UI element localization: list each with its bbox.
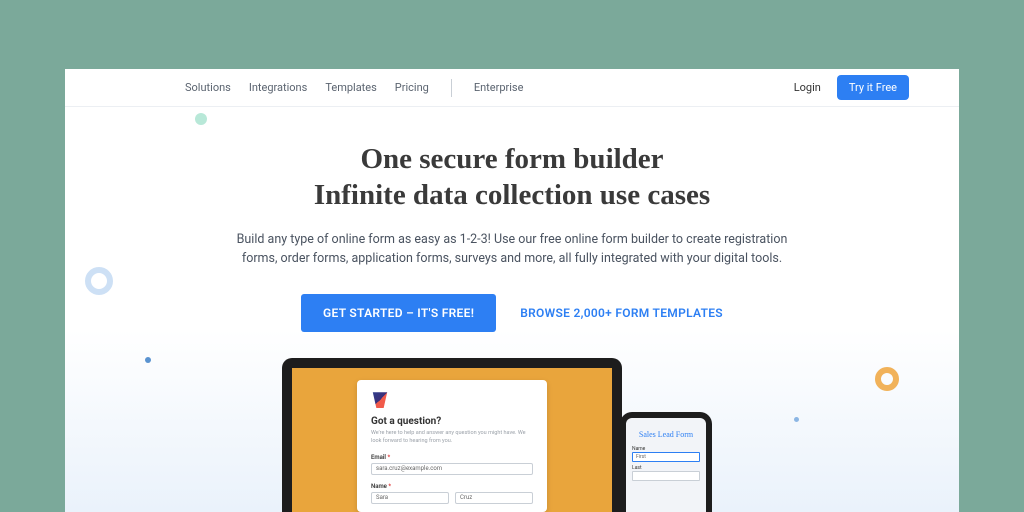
phone-first-input[interactable]: First xyxy=(632,452,700,462)
email-input[interactable]: sara.cruz@example.com xyxy=(371,463,533,475)
decor-orange-ring xyxy=(875,367,899,391)
contact-form-card: Got a question? We're here to help and a… xyxy=(357,380,547,511)
phone-screen: Sales Lead Form Name First Last xyxy=(626,418,706,512)
name-label-text: Name xyxy=(371,483,387,490)
get-started-button[interactable]: GET STARTED – IT'S FREE! xyxy=(301,294,496,332)
nav-enterprise[interactable]: Enterprise xyxy=(474,81,524,94)
headline-line-2: Infinite data collection use cases xyxy=(314,179,710,211)
name-row: Sara Cruz xyxy=(371,490,533,504)
laptop-screen: Got a question? We're here to help and a… xyxy=(292,368,612,512)
last-name-input[interactable]: Cruz xyxy=(455,492,533,504)
decor-blue-ring xyxy=(85,267,113,295)
form-description: We're here to help and answer any questi… xyxy=(371,430,533,445)
nav-left: Solutions Integrations Templates Pricing… xyxy=(185,79,523,97)
headline-line-1: One secure form builder xyxy=(360,143,663,175)
email-label-text: Email xyxy=(371,454,386,461)
login-link[interactable]: Login xyxy=(794,81,821,94)
hero-headline: One secure form builder Infinite data co… xyxy=(65,141,959,214)
hero-section: One secure form builder Infinite data co… xyxy=(65,107,959,512)
decor-blue-dot-2 xyxy=(794,417,799,422)
nav-divider xyxy=(451,79,452,97)
try-free-button[interactable]: Try it Free xyxy=(837,75,909,100)
page-card: Solutions Integrations Templates Pricing… xyxy=(65,69,959,512)
nav-templates[interactable]: Templates xyxy=(325,81,376,94)
decor-mint-dot xyxy=(195,113,207,125)
form-title: Got a question? xyxy=(371,416,533,427)
first-name-input[interactable]: Sara xyxy=(371,492,449,504)
required-asterisk: * xyxy=(387,454,390,461)
email-label: Email * xyxy=(371,454,533,461)
nav-right: Login Try it Free xyxy=(794,75,909,100)
nav-integrations[interactable]: Integrations xyxy=(249,81,307,94)
device-mockup-stage: Got a question? We're here to help and a… xyxy=(282,358,742,512)
nav-pricing[interactable]: Pricing xyxy=(395,81,429,94)
form-logo-icon xyxy=(371,392,389,408)
hero-subhead: Build any type of online form as easy as… xyxy=(232,230,792,269)
phone-mockup: Sales Lead Form Name First Last xyxy=(620,412,712,512)
phone-form-title: Sales Lead Form xyxy=(639,430,693,439)
name-label: Name * xyxy=(371,483,533,490)
browse-templates-link[interactable]: BROWSE 2,000+ FORM TEMPLATES xyxy=(520,306,723,320)
cta-row: GET STARTED – IT'S FREE! BROWSE 2,000+ F… xyxy=(65,294,959,332)
required-asterisk: * xyxy=(388,483,391,490)
phone-last-input[interactable] xyxy=(632,471,700,481)
nav-solutions[interactable]: Solutions xyxy=(185,81,231,94)
laptop-mockup: Got a question? We're here to help and a… xyxy=(282,358,622,512)
top-nav: Solutions Integrations Templates Pricing… xyxy=(65,69,959,107)
decor-blue-dot xyxy=(145,357,151,363)
